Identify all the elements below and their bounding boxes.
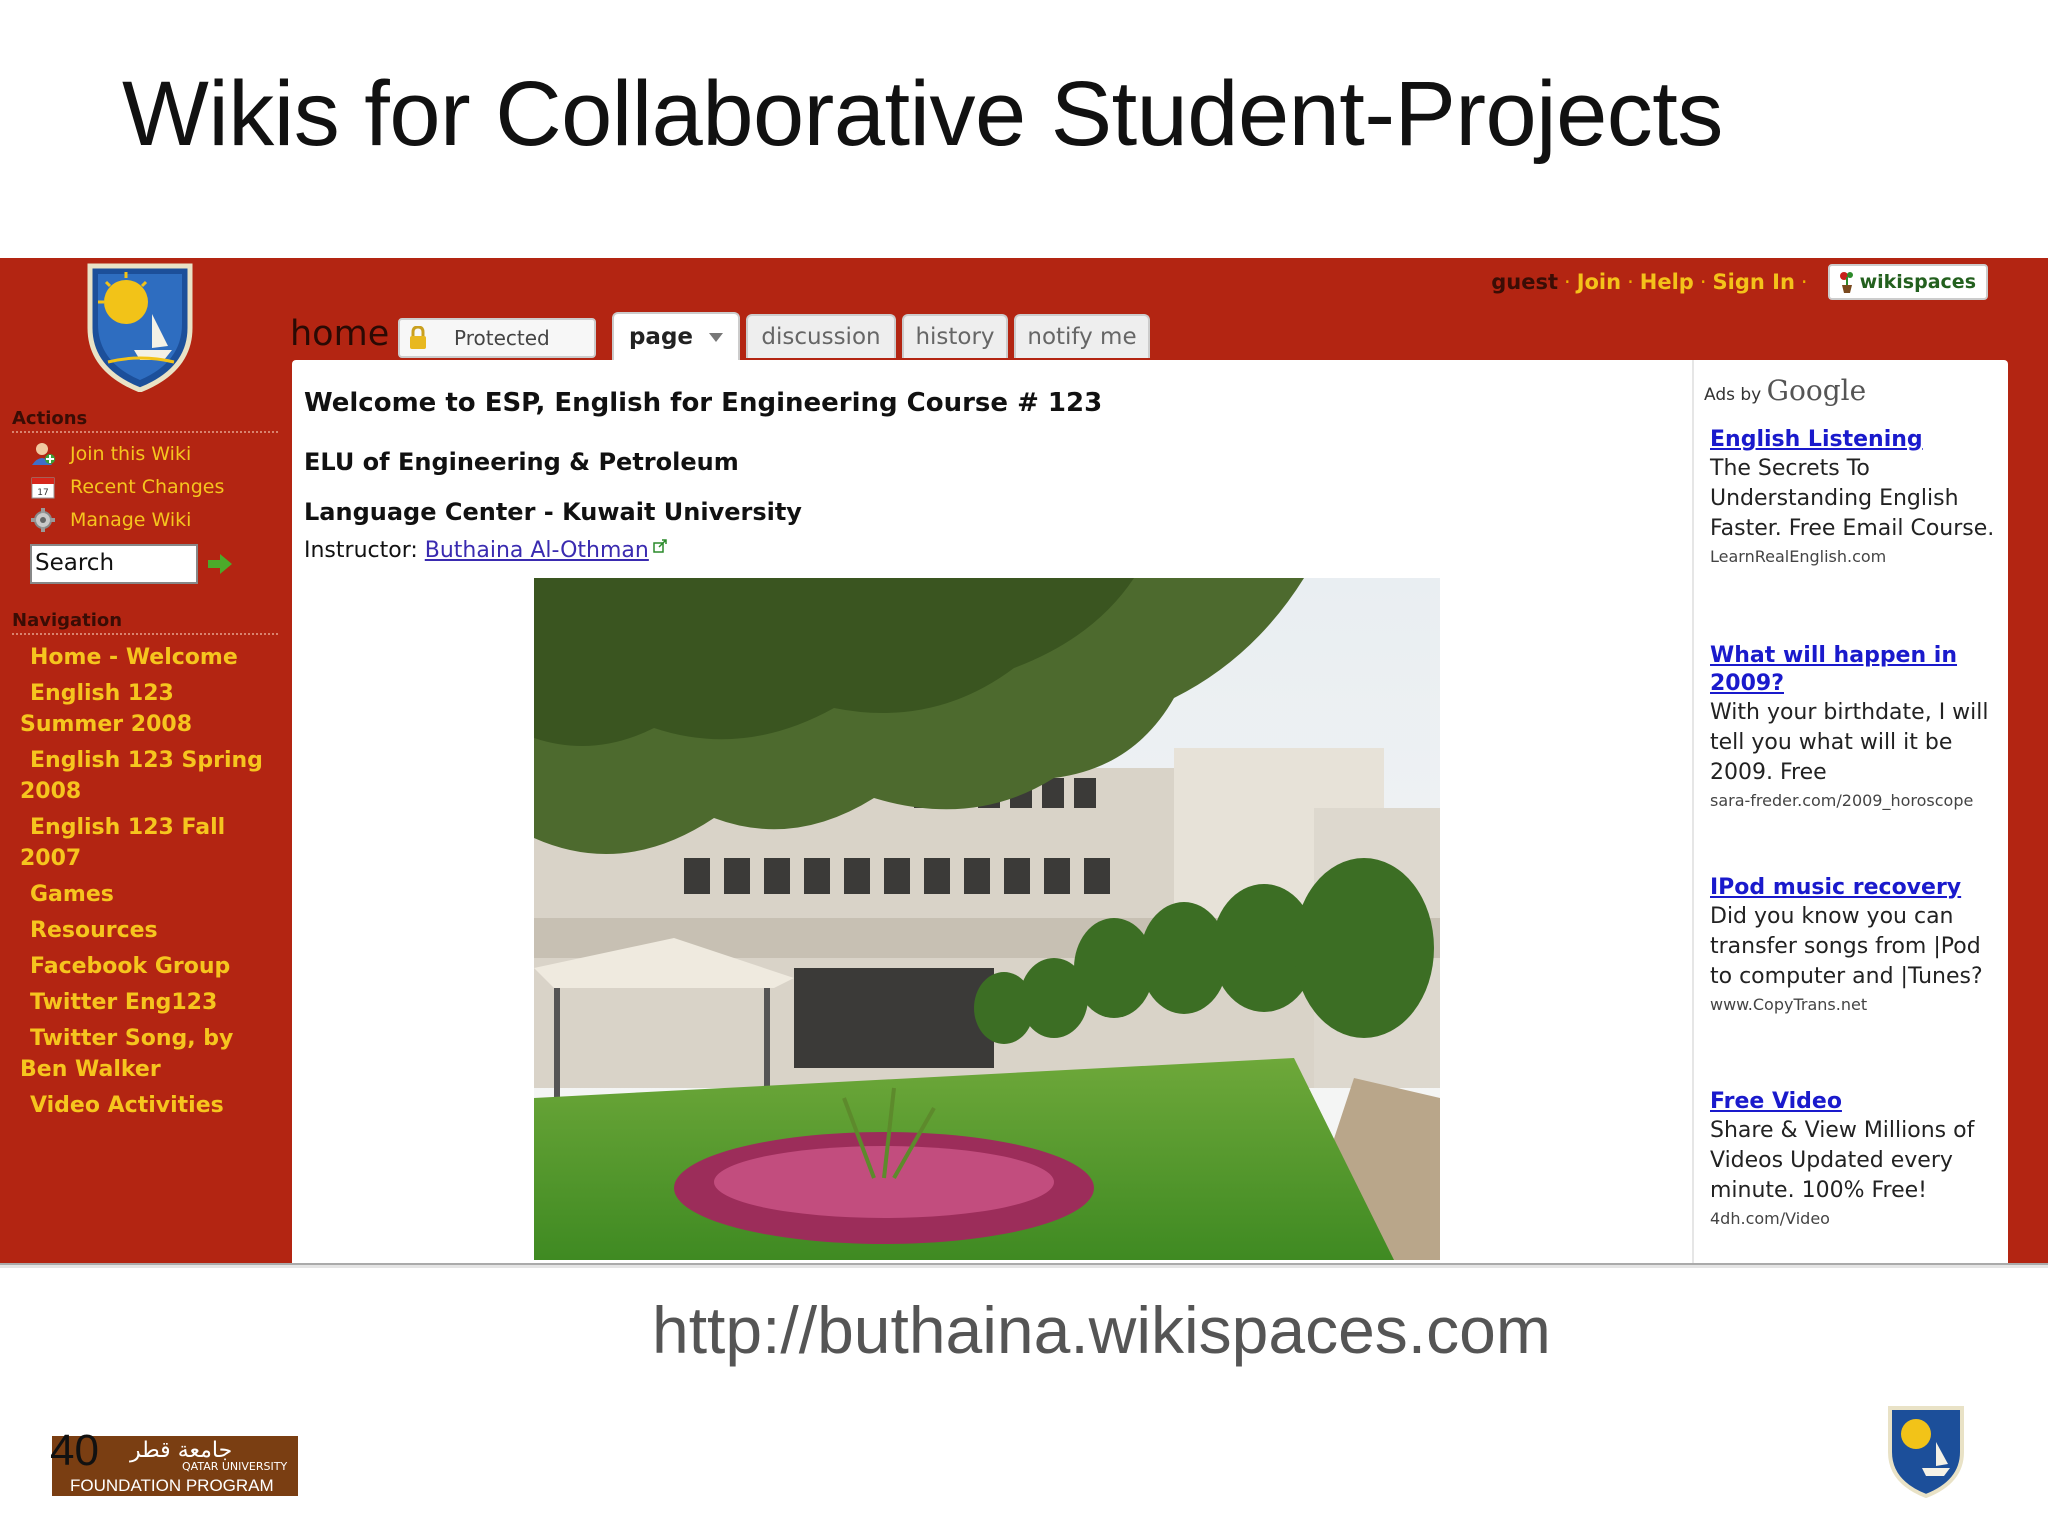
ad-item: Free Video Share & View Millions of Vide… bbox=[1710, 1088, 2002, 1232]
calendar-icon: 17 bbox=[31, 477, 55, 499]
wikispaces-brand: wikispaces bbox=[1859, 271, 1976, 293]
tab-notify-me[interactable]: notify me bbox=[1014, 314, 1150, 358]
nav-link-home-welcome[interactable]: Home - Welcome bbox=[20, 642, 282, 673]
navigation-heading: Navigation bbox=[12, 610, 278, 635]
ads-column: Ads by Google English Listening The Secr… bbox=[1692, 360, 2000, 1268]
sign-in-link[interactable]: Sign In bbox=[1713, 270, 1795, 294]
nav-link-video-activities[interactable]: Video Activities bbox=[20, 1090, 282, 1121]
join-user-icon bbox=[32, 443, 55, 465]
tab-history[interactable]: history bbox=[902, 314, 1008, 358]
tab-discussion[interactable]: discussion bbox=[746, 314, 896, 358]
wikispaces-home-link[interactable]: wikispaces bbox=[1827, 264, 1988, 300]
search-go-arrow-icon[interactable] bbox=[206, 552, 234, 576]
elu-heading: ELU of Engineering & Petroleum bbox=[304, 448, 739, 476]
page-name-heading: home bbox=[290, 314, 390, 354]
actions-heading: Actions bbox=[12, 408, 278, 433]
action-manage-wiki[interactable]: Manage Wiki bbox=[30, 507, 191, 533]
nav-link-english-123-summer-2008[interactable]: English 123 Summer 2008 bbox=[20, 678, 282, 740]
nav-link-english-123-fall-2007[interactable]: English 123 Fall 2007 bbox=[20, 812, 282, 874]
action-join-wiki[interactable]: Join this Wiki bbox=[30, 441, 191, 467]
instructor-line: Instructor: Buthaina Al-Othman bbox=[304, 538, 667, 563]
protected-indicator: Protected bbox=[398, 318, 596, 358]
gear-icon bbox=[31, 508, 55, 532]
help-link[interactable]: Help bbox=[1640, 270, 1694, 294]
lock-icon bbox=[410, 326, 426, 349]
action-label: Manage Wiki bbox=[70, 509, 192, 531]
tab-page-label: page bbox=[628, 324, 694, 350]
welcome-heading: Welcome to ESP, English for Engineering … bbox=[304, 388, 1103, 418]
nav-link-twitter-eng123[interactable]: Twitter Eng123 bbox=[20, 987, 282, 1018]
join-link[interactable]: Join bbox=[1577, 270, 1621, 294]
nav-link-resources[interactable]: Resources bbox=[20, 915, 282, 946]
ad-title-link[interactable]: What will happen in 2009? bbox=[1710, 642, 2002, 698]
user-bar: guest · Join · Help · Sign In · wikispac… bbox=[1491, 262, 1988, 302]
browser-status-bar bbox=[0, 1263, 2048, 1268]
tab-page[interactable]: page bbox=[612, 312, 740, 360]
wiki-url: http://buthaina.wikispaces.com bbox=[652, 1293, 1551, 1367]
slide-number: 40 bbox=[50, 1426, 99, 1475]
ad-item: What will happen in 2009? With your birt… bbox=[1710, 642, 2002, 814]
ad-title-link[interactable]: English Listening bbox=[1710, 426, 2002, 454]
ad-title-link[interactable]: IPod music recovery bbox=[1710, 874, 2002, 902]
guest-label: guest bbox=[1491, 270, 1558, 294]
ad-url[interactable]: sara-freder.com/2009_horoscope bbox=[1710, 788, 2002, 814]
ad-url[interactable]: 4dh.com/Video bbox=[1710, 1206, 2002, 1232]
action-label: Join this Wiki bbox=[70, 443, 192, 465]
ad-body: Did you know you can transfer songs from… bbox=[1710, 904, 1983, 989]
ad-item: English Listening The Secrets To Underst… bbox=[1710, 426, 2002, 570]
ad-body: The Secrets To Understanding English Fas… bbox=[1710, 456, 1995, 541]
chevron-down-icon[interactable] bbox=[709, 332, 724, 342]
page-content: Welcome to ESP, English for Engineering … bbox=[292, 360, 2008, 1268]
ad-body: With your birthdate, I will tell you wha… bbox=[1710, 700, 1989, 785]
instructor-link[interactable]: Buthaina Al-Othman bbox=[425, 538, 649, 563]
campus-photo bbox=[534, 578, 1440, 1260]
ad-url[interactable]: www.CopyTrans.net bbox=[1710, 992, 2002, 1018]
nav-link-facebook-group[interactable]: Facebook Group bbox=[20, 951, 282, 982]
action-label: Recent Changes bbox=[70, 476, 225, 498]
instructor-label: Instructor: bbox=[304, 538, 425, 563]
search-input[interactable]: Search bbox=[30, 544, 198, 584]
wikispaces-plant-icon bbox=[1839, 272, 1853, 293]
protected-label: Protected bbox=[454, 326, 550, 350]
ad-title-link[interactable]: Free Video bbox=[1710, 1088, 2002, 1116]
qu-english-name: QATAR UNIVERSITY bbox=[182, 1460, 288, 1473]
nav-link-english-123-spring-2008[interactable]: English 123 Spring 2008 bbox=[20, 745, 282, 807]
navigation-list: Home - Welcome English 123 Summer 2008 E… bbox=[20, 642, 282, 1126]
svg-text:17: 17 bbox=[37, 488, 48, 498]
foundation-program-label: FOUNDATION PROGRAM bbox=[70, 1476, 274, 1495]
slide-title: Wikis for Collaborative Student-Projects bbox=[122, 63, 1723, 165]
external-link-icon bbox=[653, 539, 667, 553]
wiki-screenshot: guest · Join · Help · Sign In · wikispac… bbox=[0, 258, 2048, 1268]
language-center-heading: Language Center - Kuwait University bbox=[304, 498, 802, 526]
ad-body: Share & View Millions of Videos Updated … bbox=[1710, 1118, 1975, 1203]
kuwait-university-logo-small bbox=[1888, 1406, 1964, 1498]
ad-item: IPod music recovery Did you know you can… bbox=[1710, 874, 2002, 1018]
nav-link-games[interactable]: Games bbox=[20, 879, 282, 910]
ad-url[interactable]: LearnRealEnglish.com bbox=[1710, 544, 2002, 570]
ads-by-label: Ads by bbox=[1704, 385, 1762, 405]
google-wordmark: Google bbox=[1766, 374, 1867, 407]
nav-link-twitter-song[interactable]: Twitter Song, by Ben Walker bbox=[20, 1023, 282, 1085]
action-recent-changes[interactable]: 17 Recent Changes bbox=[30, 474, 224, 500]
ads-by-google[interactable]: Ads by Google bbox=[1704, 374, 1866, 407]
kuwait-university-logo bbox=[87, 263, 193, 392]
